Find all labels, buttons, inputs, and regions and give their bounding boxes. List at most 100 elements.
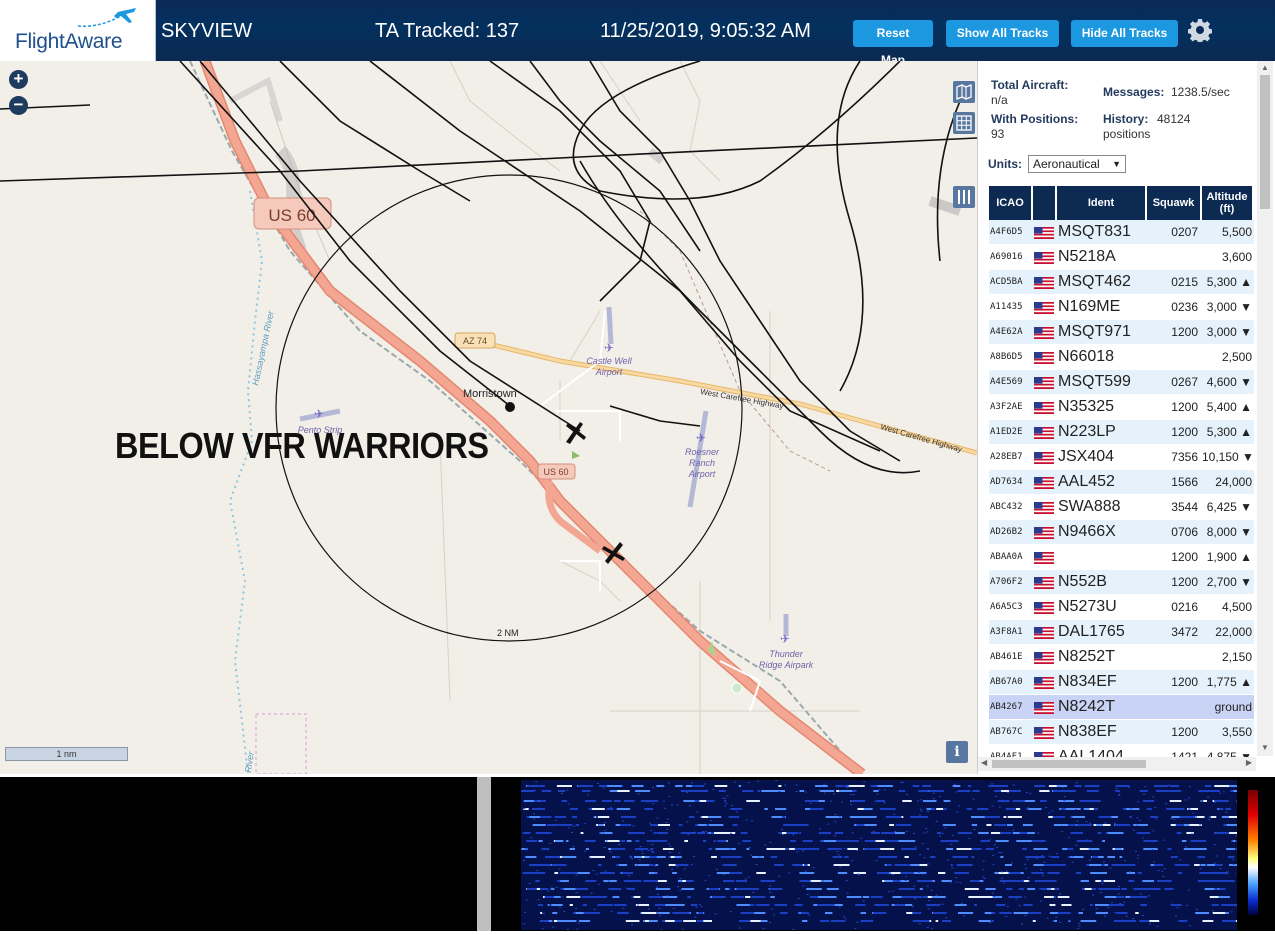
squawk-cell [1147, 645, 1202, 670]
ident-cell: N9466X [1057, 520, 1147, 545]
aircraft-tracks [0, 61, 977, 474]
table-row[interactable]: AD26B2 N9466X 0706 8,000 ▼ [989, 520, 1254, 545]
grid-icon[interactable] [953, 112, 975, 134]
reset-map-button[interactable]: Reset Map [853, 20, 933, 67]
squawk-cell [1147, 345, 1202, 370]
aircraft-table: ICAO Ident Squawk Altitude (ft) A4F6D5 MS… [989, 186, 1254, 770]
units-select[interactable]: Aeronautical ▼ [1028, 155, 1126, 173]
altitude-cell: 4,600 ▼ [1202, 370, 1254, 395]
altitude-cell: 3,000 ▼ [1202, 295, 1254, 320]
ident-cell: N169ME [1057, 295, 1147, 320]
us-flag-icon [1034, 676, 1054, 689]
scroll-left-icon[interactable]: ◀ [981, 758, 987, 767]
altitude-cell: 1,775 ▲ [1202, 670, 1254, 695]
table-row[interactable]: AB461E N8252T 2,150 [989, 645, 1254, 670]
col-flag[interactable] [1033, 186, 1057, 220]
scroll-thumb[interactable] [992, 760, 1146, 768]
table-row[interactable]: A706F2 N552B 1200 2,700 ▼ [989, 570, 1254, 595]
table-row[interactable]: A8B6D5 N66018 2,500 [989, 345, 1254, 370]
altitude-cell: 5,300 ▲ [1202, 270, 1254, 295]
range-ring-label: 2 NM [497, 628, 519, 638]
altitude-cell: 8,000 ▼ [1202, 520, 1254, 545]
us-flag-icon [1034, 651, 1054, 664]
clock: 11/25/2019, 9:05:32 AM [600, 20, 811, 42]
pane-divider[interactable] [477, 777, 491, 931]
squawk-cell: 7356 [1147, 445, 1202, 470]
us60-shield-small: US 60 [537, 463, 576, 480]
flag-cell [1033, 520, 1057, 545]
icao-cell: A706F2 [989, 570, 1033, 595]
col-icao[interactable]: ICAO [989, 186, 1033, 220]
scroll-up-icon[interactable]: ▲ [1261, 63, 1269, 72]
flag-cell [1033, 470, 1057, 495]
ident-cell: N8252T [1057, 645, 1147, 670]
table-row[interactable]: A69016 N5218A 3,600 [989, 245, 1254, 270]
table-row[interactable]: A28EB7 JSX404 7356 10,150 ▼ [989, 445, 1254, 470]
map-view[interactable]: ✈ ✈ ✈ ✈ Castle Well Airport Roesner Ranc… [0, 61, 977, 774]
table-row[interactable]: ACD5BA MSQT462 0215 5,300 ▲ [989, 270, 1254, 295]
table-row[interactable]: AB4267 N8242T ground [989, 695, 1254, 720]
table-row[interactable]: ABC432 SWA888 3544 6,425 ▼ [989, 495, 1254, 520]
info-button[interactable]: i [946, 741, 968, 763]
squawk-cell: 3544 [1147, 495, 1202, 520]
flightaware-logo[interactable]: FlightAware [0, 0, 156, 61]
flag-cell [1033, 445, 1057, 470]
spectrum-waterfall [521, 780, 1237, 930]
map-icon[interactable] [953, 81, 975, 103]
icao-cell: A4E62A [989, 320, 1033, 345]
table-row[interactable]: A3F8A1 DAL1765 3472 22,000 [989, 620, 1254, 645]
table-row[interactable]: A4E62A MSQT971 1200 3,000 ▼ [989, 320, 1254, 345]
table-row[interactable]: A11435 N169ME 0236 3,000 ▼ [989, 295, 1254, 320]
col-altitude[interactable]: Altitude (ft) [1202, 186, 1254, 220]
squawk-cell: 0215 [1147, 270, 1202, 295]
table-vertical-scrollbar[interactable]: ▲ ▼ [1257, 61, 1273, 756]
ident-cell: N35325 [1057, 395, 1147, 420]
zoom-out-button[interactable]: − [9, 96, 28, 115]
table-row[interactable]: A4E569 MSQT599 0267 4,600 ▼ [989, 370, 1254, 395]
waterfall-pane [491, 777, 1275, 931]
table-horizontal-scrollbar[interactable]: ◀ ▶ [978, 757, 1256, 771]
us-flag-icon [1034, 701, 1054, 714]
icao-cell: A69016 [989, 245, 1033, 270]
hassayampa-label: Hassayampa River [250, 309, 276, 386]
squawk-cell: 3472 [1147, 620, 1202, 645]
aircraft-marker[interactable] [566, 422, 586, 444]
scroll-down-icon[interactable]: ▼ [1261, 743, 1269, 752]
plane-logo-icon [77, 8, 136, 27]
zoom-in-button[interactable]: + [9, 70, 28, 89]
waterfall-blank-pane [0, 777, 477, 931]
table-row[interactable]: AB67A0 N834EF 1200 1,775 ▲ [989, 670, 1254, 695]
squawk-cell: 0706 [1147, 520, 1202, 545]
icao-cell: AD7634 [989, 470, 1033, 495]
table-row[interactable]: A4F6D5 MSQT831 0207 5,500 [989, 220, 1254, 245]
hide-all-tracks-button[interactable]: Hide All Tracks [1071, 20, 1178, 47]
table-row[interactable]: ABAA0A 1200 1,900 ▲ [989, 545, 1254, 570]
col-squawk[interactable]: Squawk [1147, 186, 1202, 220]
col-ident[interactable]: Ident [1057, 186, 1147, 220]
show-all-tracks-button[interactable]: Show All Tracks [946, 20, 1059, 47]
total-aircraft-label: Total Aircraft: [991, 78, 1069, 92]
altitude-cell: 10,150 ▼ [1202, 445, 1254, 470]
icao-cell: A6A5C3 [989, 595, 1033, 620]
table-row[interactable]: AB767C N838EF 1200 3,550 [989, 720, 1254, 745]
altitude-cell: 1,900 ▲ [1202, 545, 1254, 570]
header-bar: FlightAware SKYVIEW TA Tracked: 137 11/2… [0, 0, 1275, 67]
altitude-cell: 2,700 ▼ [1202, 570, 1254, 595]
az74-shield: AZ 74 [454, 332, 496, 349]
table-row[interactable]: A6A5C3 N5273U 0216 4,500 [989, 595, 1254, 620]
table-row[interactable]: A3F2AE N35325 1200 5,400 ▲ [989, 395, 1254, 420]
us-flag-icon [1034, 601, 1054, 614]
icao-cell: A1ED2E [989, 420, 1033, 445]
sidebar: Total Aircraft: n/a Messages: 1238.5/sec… [977, 61, 1275, 774]
table-row[interactable]: A1ED2E N223LP 1200 5,300 ▲ [989, 420, 1254, 445]
units-select-value: Aeronautical [1033, 157, 1100, 171]
scroll-thumb[interactable] [1260, 75, 1270, 209]
flag-cell [1033, 245, 1057, 270]
altitude-cell: 5,500 [1202, 220, 1254, 245]
app-title: SKYVIEW [161, 20, 253, 42]
columns-icon[interactable] [953, 186, 975, 208]
scroll-right-icon[interactable]: ▶ [1246, 758, 1252, 767]
gear-icon[interactable] [1188, 18, 1212, 42]
flag-cell [1033, 295, 1057, 320]
table-row[interactable]: AD7634 AAL452 1566 24,000 [989, 470, 1254, 495]
